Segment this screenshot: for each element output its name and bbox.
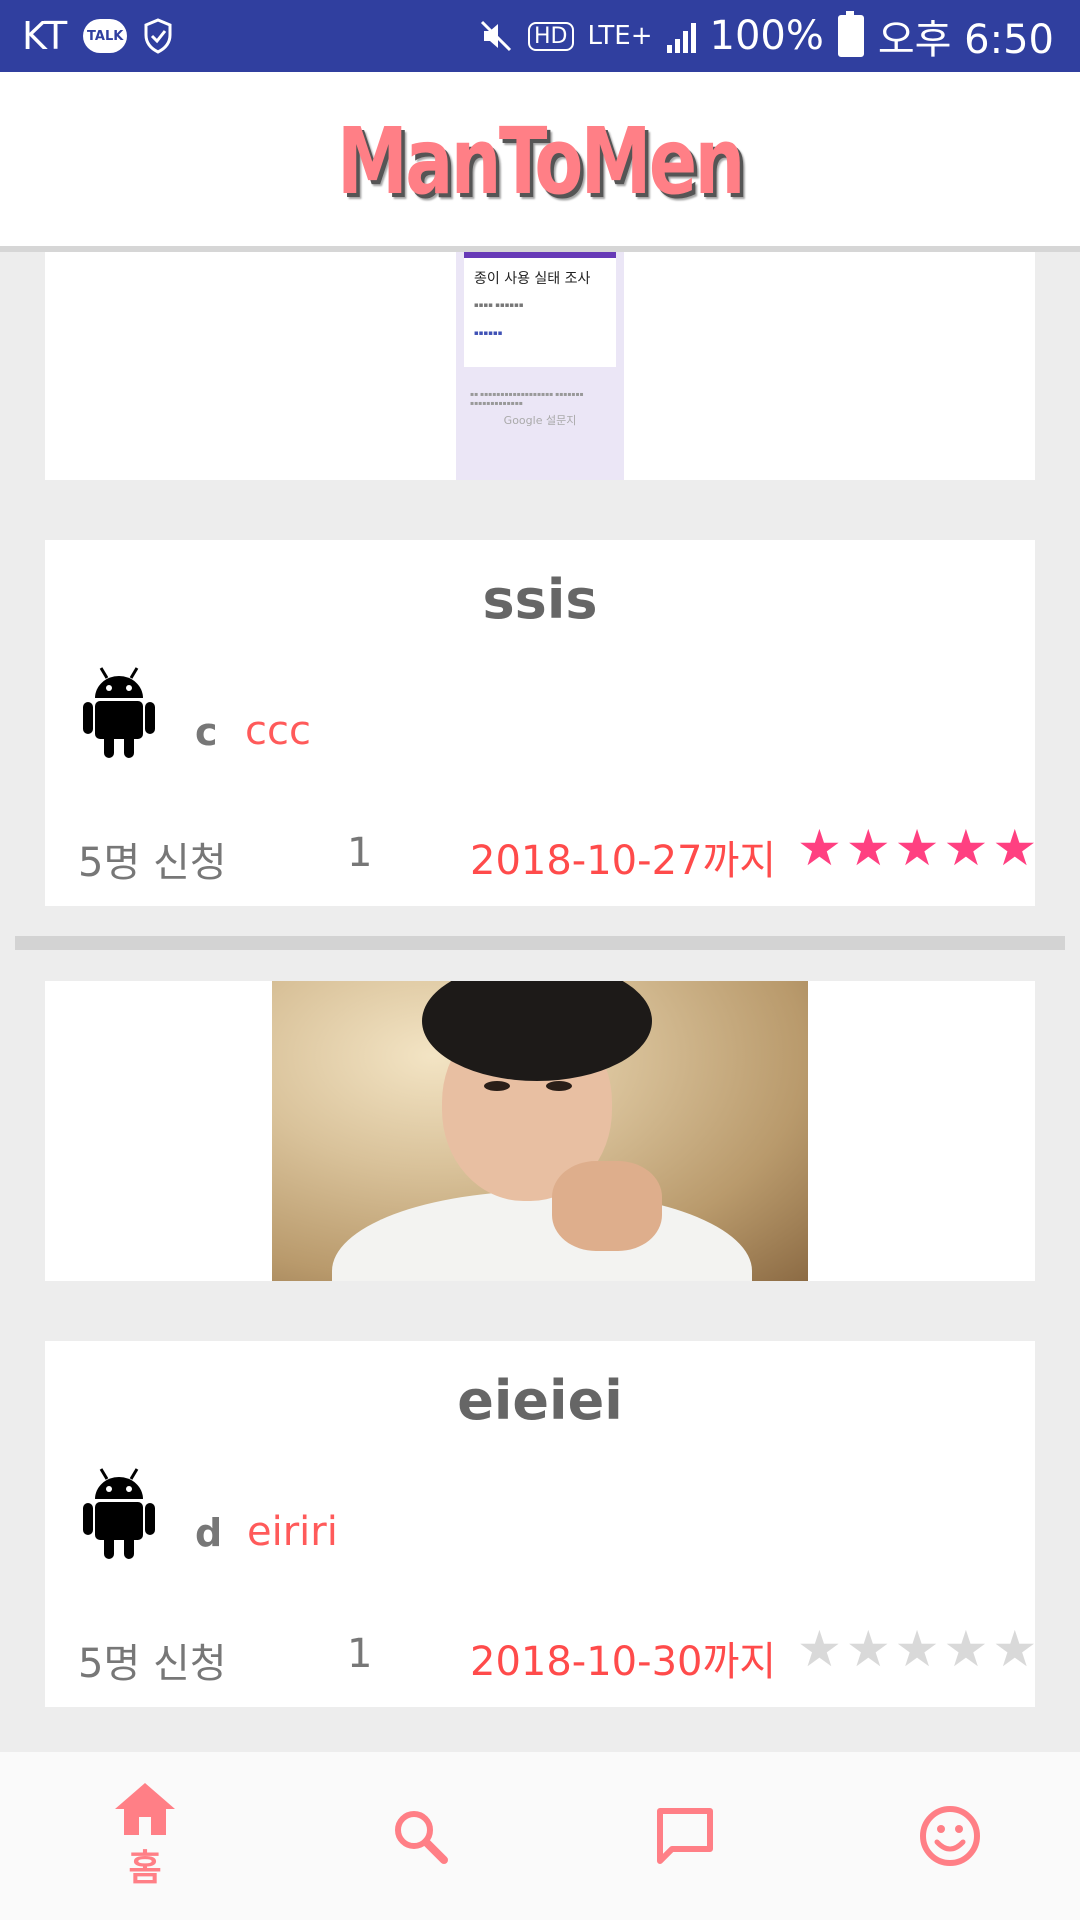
smiley-icon: [920, 1806, 980, 1866]
rating-stars: ★ ★ ★ ★ ★: [797, 1621, 1037, 1677]
post-title: eieiei: [457, 1369, 623, 1432]
photo-hand: [552, 1161, 662, 1251]
nav-chat[interactable]: [630, 1752, 740, 1920]
star-icon: ★: [943, 1620, 989, 1678]
section-divider: [15, 936, 1065, 950]
star-icon: ★: [894, 819, 940, 877]
photo-shirt: [332, 1191, 752, 1281]
app-bar: ManToMen: [0, 72, 1080, 252]
rating-stars: ★ ★ ★ ★ ★: [797, 820, 1037, 876]
google-forms-label: Google 설문지: [503, 414, 577, 427]
nav-home[interactable]: 홈: [90, 1752, 200, 1920]
applicant-count: 5명 신청: [78, 840, 227, 886]
post-number: 1: [347, 830, 373, 876]
network-label: LTE+: [587, 21, 653, 51]
star-icon: ★: [992, 819, 1038, 877]
android-icon: [83, 667, 155, 758]
android-icon: [83, 1468, 155, 1559]
mute-icon: [480, 20, 512, 52]
post-writer: c: [195, 710, 218, 754]
bottom-navigation: 홈: [0, 1752, 1080, 1920]
search-icon: [395, 1811, 448, 1864]
shield-icon: [144, 18, 172, 54]
battery-icon: [837, 11, 864, 57]
form-title: 종이 사용 실태 조사: [474, 271, 591, 287]
form-meta-line: ▪▪▪▪ ▪▪▪▪▪▪: [474, 301, 524, 309]
signal-icon: [666, 19, 696, 53]
carrier-label: KT: [22, 14, 68, 58]
applicant-count: 5명 신청: [78, 1641, 227, 1687]
kakaotalk-icon: TALK: [83, 19, 128, 53]
post-nickname[interactable]: ccc: [245, 708, 311, 754]
post-photo[interactable]: [272, 981, 808, 1281]
post-image-card[interactable]: 종이 사용 실태 조사 ▪▪▪▪ ▪▪▪▪▪▪ ▪▪▪▪▪▪ ▪▪ ▪▪▪▪▪▪…: [45, 252, 1035, 480]
star-icon: ★: [797, 1620, 842, 1678]
post-deadline: 2018-10-27까지: [470, 838, 777, 884]
post-image-card[interactable]: [45, 981, 1035, 1281]
post-number: 1: [347, 1631, 373, 1677]
star-icon: ★: [845, 1620, 891, 1678]
post-nickname[interactable]: eiriri: [247, 1509, 338, 1555]
app-logo: ManToMen: [337, 107, 745, 215]
post-title: ssis: [482, 568, 598, 631]
form-preview: 종이 사용 실태 조사 ▪▪▪▪ ▪▪▪▪▪▪ ▪▪▪▪▪▪: [464, 252, 616, 367]
photo-eye: [546, 1081, 572, 1091]
post-card[interactable]: eieiei d eiriri 5명 신청 1 2018-10-30까지 ★ ★ ★…: [45, 1341, 1037, 1707]
star-icon: ★: [845, 819, 891, 877]
star-icon: ★: [797, 819, 842, 877]
form-link-line: ▪▪▪▪▪▪: [474, 329, 503, 337]
star-icon: ★: [992, 1620, 1038, 1678]
hd-badge: HD: [528, 21, 574, 51]
post-deadline: 2018-10-30까지: [470, 1639, 777, 1685]
form-footer-lines: ▪▪ ▪▪▪▪▪▪▪▪▪▪▪▪▪▪▪▪▪▪ ▪▪▪▪▪▪▪ ▪▪▪▪▪▪▪▪▪▪…: [470, 391, 584, 407]
nav-search[interactable]: [365, 1752, 475, 1920]
star-icon: ★: [894, 1620, 940, 1678]
battery-percent: 100%: [709, 13, 824, 59]
nav-profile[interactable]: [895, 1752, 1005, 1920]
home-icon: [115, 1783, 175, 1835]
clock: 오후 6:50: [877, 17, 1054, 63]
chat-icon: [657, 1808, 713, 1864]
nav-home-label: 홈: [128, 1848, 162, 1889]
form-thumbnail[interactable]: 종이 사용 실태 조사 ▪▪▪▪ ▪▪▪▪▪▪ ▪▪▪▪▪▪ ▪▪ ▪▪▪▪▪▪…: [456, 252, 624, 480]
photo-eye: [484, 1081, 510, 1091]
post-card[interactable]: ssis c ccc 5명 신청 1 2018-10-27까지 ★ ★ ★ ★ ★: [45, 540, 1037, 906]
status-bar: KT TALK HD LTE+ 100% 오후 6:50: [0, 0, 1080, 72]
post-writer: d: [195, 1511, 223, 1555]
star-icon: ★: [943, 819, 989, 877]
